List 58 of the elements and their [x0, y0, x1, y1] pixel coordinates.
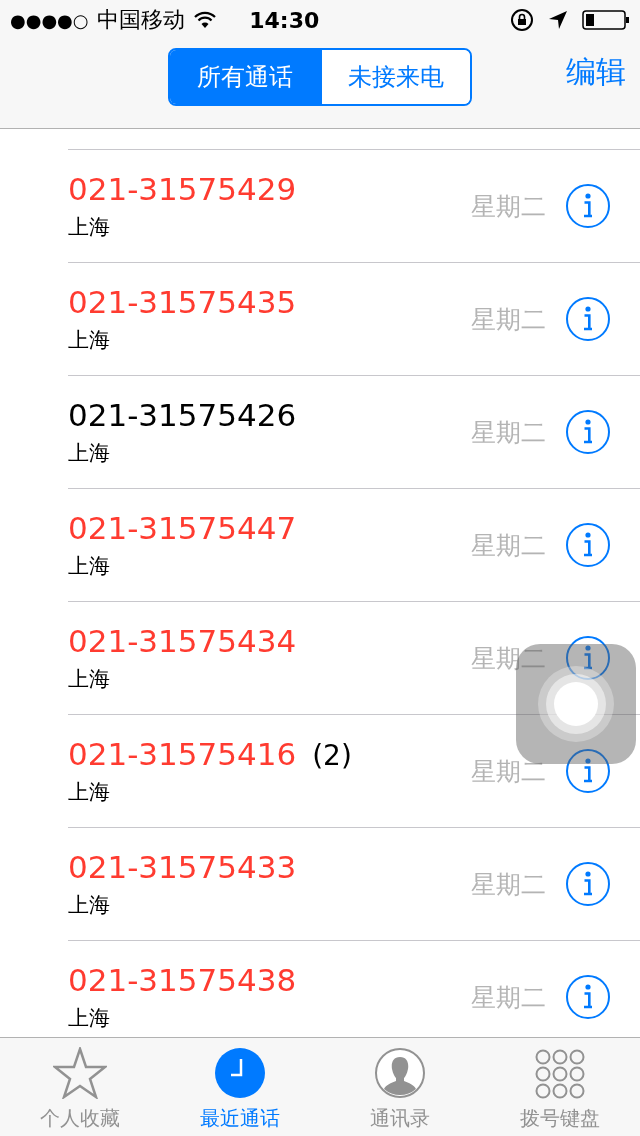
- phone-number: 021-31575426: [68, 397, 297, 433]
- call-day: 星期二: [471, 528, 546, 562]
- call-location: 上海: [68, 667, 110, 691]
- call-location: 上海: [68, 441, 110, 465]
- info-button[interactable]: [566, 749, 610, 793]
- info-icon: [583, 193, 593, 219]
- info-button[interactable]: [566, 862, 610, 906]
- tab-bar-item[interactable]: 拨号键盘: [480, 1038, 640, 1136]
- star-icon: [53, 1047, 107, 1099]
- call-day: 星期二: [471, 302, 546, 336]
- keypad-icon: [535, 1049, 585, 1099]
- tab-bar-item[interactable]: 通讯录: [320, 1038, 480, 1136]
- call-count: (2): [312, 739, 352, 772]
- battery-icon: [582, 9, 630, 31]
- phone-number: 021-31575416: [68, 736, 297, 772]
- call-day: 星期二: [471, 415, 546, 449]
- phone-number: 021-31575435: [68, 284, 297, 320]
- info-icon: [583, 645, 593, 671]
- call-day: 星期二: [471, 867, 546, 901]
- info-icon: [583, 532, 593, 558]
- wifi-icon: [192, 11, 217, 29]
- info-icon: [583, 419, 593, 445]
- call-location: 上海: [68, 1006, 110, 1030]
- call-location: 上海: [68, 554, 110, 578]
- call-day: 星期二: [471, 754, 546, 788]
- tab-bar-item[interactable]: 个人收藏: [0, 1038, 160, 1136]
- info-button[interactable]: [566, 297, 610, 341]
- rotation-lock-icon: [510, 8, 534, 32]
- info-icon: [583, 871, 593, 897]
- info-button[interactable]: [566, 975, 610, 1019]
- info-button[interactable]: [566, 523, 610, 567]
- phone-number: 021-31575447: [68, 510, 297, 546]
- segment-tab[interactable]: 所有通话: [170, 50, 320, 104]
- call-location: 上海: [68, 215, 110, 239]
- phone-number: 021-31575433: [68, 849, 297, 885]
- call-location: 上海: [68, 780, 110, 804]
- phone-number: 021-31575434: [68, 623, 297, 659]
- phone-number: 021-31575438: [68, 962, 297, 998]
- phone-number: 021-31575429: [68, 171, 297, 207]
- segment-tab[interactable]: 未接来电: [320, 50, 470, 104]
- info-icon: [583, 984, 593, 1010]
- tab-bar-item[interactable]: 最近通话: [160, 1038, 320, 1136]
- contact-icon: [374, 1047, 426, 1099]
- info-icon: [583, 306, 593, 332]
- clock-time: 14:30: [249, 7, 320, 33]
- edit-button[interactable]: 编辑: [566, 52, 626, 93]
- call-location: 上海: [68, 328, 110, 352]
- carrier-name: 中国移动: [96, 6, 185, 34]
- info-icon: [583, 758, 593, 784]
- info-button[interactable]: [566, 410, 610, 454]
- info-button[interactable]: [566, 184, 610, 228]
- location-arrow-icon: [548, 10, 568, 30]
- signal-dots: ●●●●○: [10, 9, 89, 31]
- clock-icon: [214, 1047, 266, 1099]
- info-button[interactable]: [566, 636, 610, 680]
- call-day: 星期二: [471, 189, 546, 223]
- call-location: 上海: [68, 893, 110, 917]
- call-day: 星期二: [471, 980, 546, 1014]
